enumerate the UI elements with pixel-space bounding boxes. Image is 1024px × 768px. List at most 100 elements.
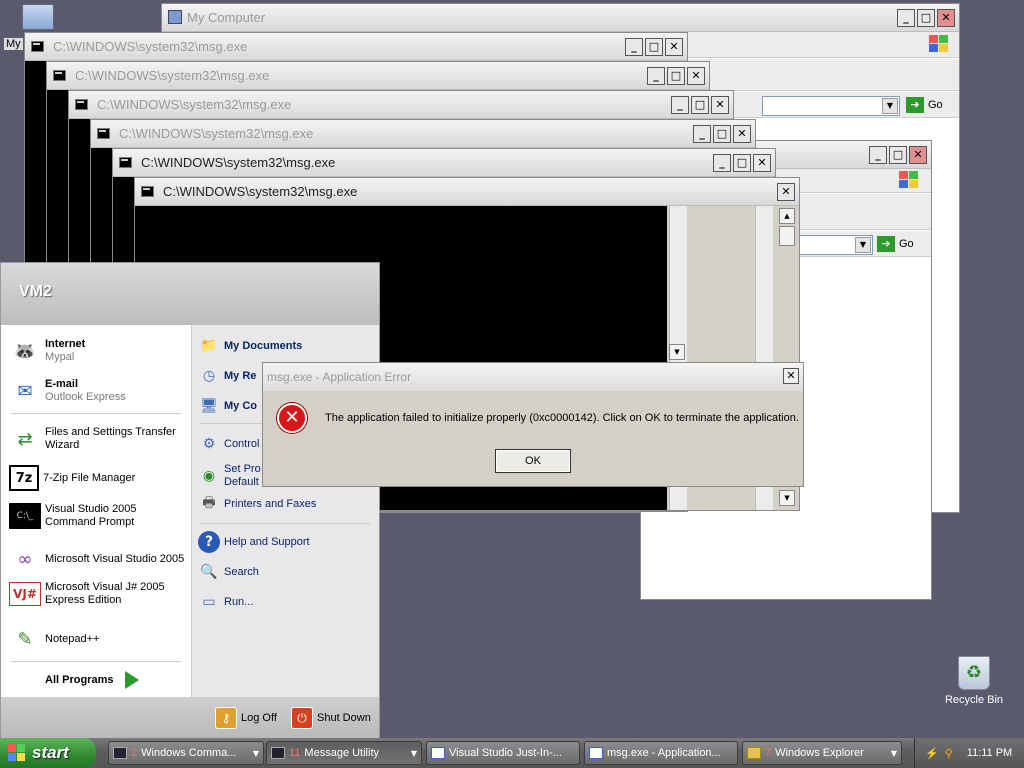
menu-item-email[interactable]: ✉ E-mail Outlook Express <box>9 375 189 407</box>
maximize-button[interactable]: □ <box>889 146 907 164</box>
menu-item-my-recent[interactable]: ◷ My Re <box>198 365 257 387</box>
visual-jsharp-icon: VJ# <box>9 582 41 606</box>
close-button[interactable]: ✕ <box>687 67 705 85</box>
maximize-button[interactable]: □ <box>691 96 709 114</box>
taskbar-button-message-utility[interactable]: 11 Message Utility ▼ <box>266 741 422 765</box>
help-icon: ? <box>198 531 220 553</box>
console-icon <box>113 747 127 759</box>
dialog-titlebar[interactable]: msg.exe - Application Error ✕ <box>263 363 803 391</box>
recycle-bin[interactable]: ♻ Recycle Bin <box>944 656 1004 706</box>
maximize-button[interactable]: □ <box>917 9 935 27</box>
recent-icon: ◷ <box>202 368 216 384</box>
control-panel-icon: ⚙ <box>202 436 216 452</box>
console-icon <box>141 186 154 197</box>
maximize-button[interactable]: □ <box>733 154 751 172</box>
minimize-button[interactable]: _ <box>671 96 689 114</box>
console-icon <box>31 41 44 52</box>
error-dialog: msg.exe - Application Error ✕ ✕ The appl… <box>262 362 804 487</box>
menu-item-visual-jsharp[interactable]: VJ# Microsoft Visual J# 2005 Express Edi… <box>9 581 189 607</box>
taskbar-button-windows-command[interactable]: 2 Windows Comma... ▼ <box>108 741 264 765</box>
start-menu-header: VM2 <box>1 263 379 325</box>
close-button[interactable]: ✕ <box>753 154 771 172</box>
minimize-button[interactable]: _ <box>693 125 711 143</box>
window-icon <box>431 747 445 759</box>
scroll-thumb[interactable] <box>779 226 795 246</box>
chevron-down-icon[interactable]: ▼ <box>855 237 871 253</box>
menu-item-help-support[interactable]: ? Help and Support <box>198 531 310 553</box>
chevron-down-icon: ▼ <box>890 748 897 758</box>
menu-item-internet[interactable]: 🦝 Internet Mypal <box>9 335 189 367</box>
menu-item-search[interactable]: 🔍 Search <box>198 561 259 583</box>
windows-flag-icon <box>8 744 26 762</box>
taskbar: start 2 Windows Comma... ▼ 11 Message Ut… <box>0 738 1024 768</box>
scroll-up-button[interactable]: ▲ <box>779 208 795 224</box>
menu-item-control-panel[interactable]: ⚙ Control <box>198 433 260 455</box>
minimize-button[interactable]: _ <box>625 38 643 56</box>
start-button[interactable]: start <box>0 738 96 768</box>
menu-item-vs-command-prompt[interactable]: C:\_ Visual Studio 2005 Command Prompt <box>9 503 189 529</box>
search-tray-icon[interactable]: ⚲ <box>945 747 953 760</box>
close-button[interactable]: ✕ <box>665 38 683 56</box>
maximize-button[interactable]: □ <box>645 38 663 56</box>
seven-zip-icon: 7z <box>9 465 39 491</box>
menu-item-printers-faxes[interactable]: 🖶 Printers and Faxes <box>198 493 316 515</box>
menu-item-visual-studio[interactable]: ∞ Microsoft Visual Studio 2005 <box>9 543 189 575</box>
close-button[interactable]: ✕ <box>909 146 927 164</box>
maximize-button[interactable]: □ <box>667 67 685 85</box>
menu-item-run[interactable]: ▭ Run... <box>198 591 253 613</box>
console-title: C:\WINDOWS\system32\msg.exe <box>119 126 314 141</box>
console-icon <box>53 70 66 81</box>
console-titlebar[interactable]: C:\WINDOWS\system32\msg.exe ✕ <box>135 178 799 206</box>
minimize-button[interactable]: _ <box>713 154 731 172</box>
taskbar-button-windows-explorer[interactable]: 7 Windows Explorer ▼ <box>742 741 902 765</box>
go-button[interactable]: ➔ Go <box>906 97 943 113</box>
scroll-down-button[interactable]: ▼ <box>779 490 795 506</box>
menu-item-my-documents[interactable]: 📁 My Documents <box>198 335 302 357</box>
minimize-button[interactable]: _ <box>647 67 665 85</box>
console-titlebar[interactable]: C:\WINDOWS\system32\msg.exe _ □ ✕ <box>69 91 733 119</box>
all-programs-button[interactable]: All Programs <box>45 671 140 689</box>
command-prompt-icon: C:\_ <box>9 503 41 529</box>
my-computer-desktop-icon[interactable] <box>22 4 54 30</box>
menu-item-my-computer[interactable]: 🖥 My Co <box>198 395 257 417</box>
start-menu: VM2 🦝 Internet Mypal ✉ E-mail Outlook Expr… <box>0 262 380 740</box>
close-button[interactable]: ✕ <box>711 96 729 114</box>
search-icon: 🔍 <box>200 564 218 580</box>
minimize-button[interactable]: _ <box>869 146 887 164</box>
chevron-down-icon: ▼ <box>252 748 259 758</box>
clock[interactable]: 11:11 PM <box>967 747 1012 759</box>
menu-item-transfer-wizard[interactable]: ⇄ Files and Settings Transfer Wizard <box>9 423 189 455</box>
console-titlebar[interactable]: C:\WINDOWS\system32\msg.exe _ □ ✕ <box>113 149 775 177</box>
console-icon <box>271 747 285 759</box>
chevron-down-icon: ▼ <box>410 748 417 758</box>
close-button[interactable]: ✕ <box>777 183 795 201</box>
ok-button[interactable]: OK <box>495 449 571 473</box>
menu-item-notepadpp[interactable]: ✎ Notepad++ <box>9 623 189 655</box>
console-title: C:\WINDOWS\system32\msg.exe <box>141 155 336 170</box>
close-button[interactable]: ✕ <box>937 9 955 27</box>
my-computer-titlebar[interactable]: My Computer _ □ ✕ <box>162 4 959 32</box>
taskbar-button-msg-error[interactable]: msg.exe - Application... <box>584 741 738 765</box>
my-computer-desktop-label: My <box>4 38 23 50</box>
console-titlebar[interactable]: C:\WINDOWS\system32\msg.exe _ □ ✕ <box>47 62 709 90</box>
menu-item-7zip[interactable]: 7z 7-Zip File Manager <box>9 465 189 491</box>
close-button[interactable]: ✕ <box>733 125 751 143</box>
shut-down-button[interactable]: ⏻ Shut Down <box>291 707 371 729</box>
minimize-button[interactable]: _ <box>897 9 915 27</box>
power-icon: ⏻ <box>291 707 313 729</box>
computer-icon <box>168 10 182 24</box>
scroll-down-button[interactable]: ▼ <box>669 344 685 360</box>
maximize-button[interactable]: □ <box>713 125 731 143</box>
go-button[interactable]: ➔ Go <box>877 236 914 252</box>
printer-icon: 🖶 <box>202 495 216 511</box>
chevron-down-icon[interactable]: ▼ <box>882 98 898 114</box>
browser-icon: 🦝 <box>13 340 37 362</box>
close-button[interactable]: ✕ <box>783 368 799 384</box>
log-off-button[interactable]: ⚷ Log Off <box>215 707 277 729</box>
console-titlebar[interactable]: C:\WINDOWS\system32\msg.exe _ □ ✕ <box>91 120 755 148</box>
console-titlebar[interactable]: C:\WINDOWS\system32\msg.exe _ □ ✕ <box>25 33 687 61</box>
network-icon[interactable]: ⚡ <box>925 747 939 760</box>
menu-item-set-program-defaults[interactable]: ◉ Set Pro Default <box>198 463 261 489</box>
taskbar-button-vs-jit[interactable]: Visual Studio Just-In-... <box>426 741 580 765</box>
address-combo[interactable]: ▼ <box>762 96 900 116</box>
